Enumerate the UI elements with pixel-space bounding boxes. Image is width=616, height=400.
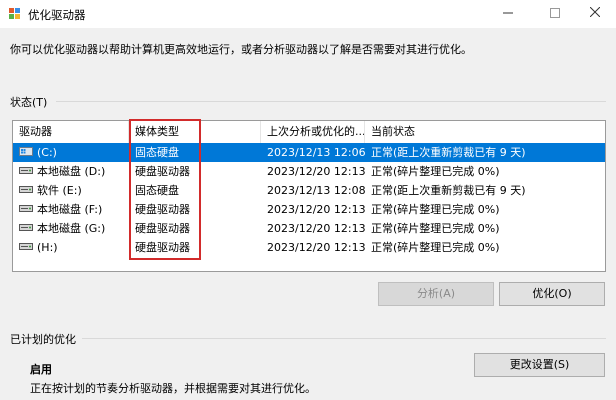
hard-drive-icon [19, 239, 33, 258]
media-type-cell: 硬盘驱动器 [129, 162, 261, 181]
status-cell-text: 正常(碎片整理已完成 0%) [371, 165, 500, 178]
hard-drive-icon [19, 182, 33, 201]
drive-cell: 本地磁盘 (F:) [13, 200, 129, 219]
column-header-last-run[interactable]: 上次分析或优化的... [261, 121, 365, 143]
drive-cell-text: 本地磁盘 (G:) [37, 222, 106, 235]
drive-cell: (C:) [13, 143, 129, 162]
status-group-divider [56, 101, 606, 102]
media-type-cell: 硬盘驱动器 [129, 238, 261, 257]
last-run-cell: 2023/12/20 12:13 [261, 162, 365, 181]
drive-cell-text: (C:) [37, 146, 57, 159]
hard-drive-icon [19, 163, 33, 182]
media-type-cell-text: 硬盘驱动器 [135, 241, 190, 254]
drive-cell: (H:) [13, 238, 129, 257]
last-run-cell-text: 2023/12/13 12:08 [267, 184, 365, 197]
minimize-button[interactable] [485, 0, 531, 28]
analyze-button[interactable]: 分析(A) [378, 282, 494, 306]
media-type-cell-text: 硬盘驱动器 [135, 165, 190, 178]
hard-drive-icon [19, 220, 33, 239]
column-header-media-type[interactable]: 媒体类型 [129, 121, 261, 143]
drive-row[interactable]: 本地磁盘 (F:) 硬盘驱动器 2023/12/20 12:13 正常(碎片整理已完成… [13, 200, 605, 219]
windows-drive-icon [19, 144, 33, 163]
drive-cell-text: 本地磁盘 (D:) [37, 165, 106, 178]
status-cell: 正常(距上次重新剪裁已有 9 天) [365, 181, 605, 200]
drive-row[interactable]: (H:) 硬盘驱动器 2023/12/20 12:13 正常(碎片整理已完成 0%) [13, 238, 605, 257]
column-header-status[interactable]: 当前状态 [365, 121, 605, 143]
media-type-cell: 硬盘驱动器 [129, 219, 261, 238]
close-button[interactable] [572, 0, 616, 28]
scheduled-group-label: 已计划的优化 [10, 333, 76, 346]
last-run-cell: 2023/12/20 12:13 [261, 219, 365, 238]
change-settings-button[interactable]: 更改设置(S) [474, 353, 605, 377]
media-type-cell-text: 固态硬盘 [135, 184, 179, 197]
last-run-cell-text: 2023/12/20 12:13 [267, 241, 365, 254]
media-type-cell: 固态硬盘 [129, 143, 261, 162]
title-bar[interactable]: 优化驱动器 [0, 0, 616, 28]
media-type-cell-text: 硬盘驱动器 [135, 203, 190, 216]
media-type-cell: 硬盘驱动器 [129, 200, 261, 219]
media-type-cell: 固态硬盘 [129, 181, 261, 200]
status-cell: 正常(碎片整理已完成 0%) [365, 200, 605, 219]
last-run-cell-text: 2023/12/20 12:13 [267, 222, 365, 235]
status-cell: 正常(碎片整理已完成 0%) [365, 238, 605, 257]
drive-cell: 本地磁盘 (D:) [13, 162, 129, 181]
media-type-cell-text: 固态硬盘 [135, 146, 179, 159]
media-type-cell-text: 硬盘驱动器 [135, 222, 190, 235]
drive-cell: 软件 (E:) [13, 181, 129, 200]
status-cell-text: 正常(碎片整理已完成 0%) [371, 222, 500, 235]
drive-cell: 本地磁盘 (G:) [13, 219, 129, 238]
drive-row[interactable]: 本地磁盘 (G:) 硬盘驱动器 2023/12/20 12:13 正常(碎片整理已完成… [13, 219, 605, 238]
schedule-description: 正在按计划的节奏分析驱动器，并根据需要对其进行优化。 [30, 382, 316, 395]
status-cell: 正常(碎片整理已完成 0%) [365, 162, 605, 181]
drives-list[interactable]: 驱动器 媒体类型 上次分析或优化的... 当前状态 (C:) 固态硬盘 2023/1… [12, 120, 606, 272]
status-cell: 正常(碎片整理已完成 0%) [365, 219, 605, 238]
status-group-label: 状态(T) [10, 96, 48, 109]
last-run-cell: 2023/12/13 12:08 [261, 181, 365, 200]
column-header-drive[interactable]: 驱动器 [13, 121, 129, 143]
status-cell-text: 正常(碎片整理已完成 0%) [371, 241, 500, 254]
defrag-app-icon [9, 8, 20, 19]
close-icon [589, 6, 601, 18]
schedule-status: 启用 [30, 363, 52, 376]
status-cell-text: 正常(碎片整理已完成 0%) [371, 203, 500, 216]
minimize-icon [503, 12, 513, 14]
last-run-cell-text: 2023/12/20 12:13 [267, 203, 365, 216]
last-run-cell-text: 2023/12/13 12:06 [267, 146, 365, 159]
last-run-cell: 2023/12/13 12:06 [261, 143, 365, 162]
drive-row[interactable]: 本地磁盘 (D:) 硬盘驱动器 2023/12/20 12:13 正常(碎片整理已完成… [13, 162, 605, 181]
drive-row[interactable]: 软件 (E:) 固态硬盘 2023/12/13 12:08 正常(距上次重新剪裁已有 … [13, 181, 605, 200]
drive-row[interactable]: (C:) 固态硬盘 2023/12/13 12:06 正常(距上次重新剪裁已有 9 天… [13, 143, 605, 162]
window-title: 优化驱动器 [28, 8, 86, 22]
list-header: 驱动器 媒体类型 上次分析或优化的... 当前状态 [13, 121, 605, 144]
scheduled-group-divider [82, 338, 606, 339]
drive-cell-text: 软件 (E:) [37, 184, 82, 197]
hard-drive-icon [19, 201, 33, 220]
maximize-icon [550, 8, 560, 18]
status-cell-text: 正常(距上次重新剪裁已有 9 天) [371, 146, 526, 159]
status-cell: 正常(距上次重新剪裁已有 9 天) [365, 143, 605, 162]
status-cell-text: 正常(距上次重新剪裁已有 9 天) [371, 184, 526, 197]
drive-cell-text: (H:) [37, 241, 58, 254]
last-run-cell: 2023/12/20 12:13 [261, 238, 365, 257]
drive-cell-text: 本地磁盘 (F:) [37, 203, 103, 216]
last-run-cell: 2023/12/20 12:13 [261, 200, 365, 219]
optimize-button[interactable]: 优化(O) [499, 282, 605, 306]
description-text: 你可以优化驱动器以帮助计算机更高效地运行，或者分析驱动器以了解是否需要对其进行优… [10, 43, 472, 56]
last-run-cell-text: 2023/12/20 12:13 [267, 165, 365, 178]
